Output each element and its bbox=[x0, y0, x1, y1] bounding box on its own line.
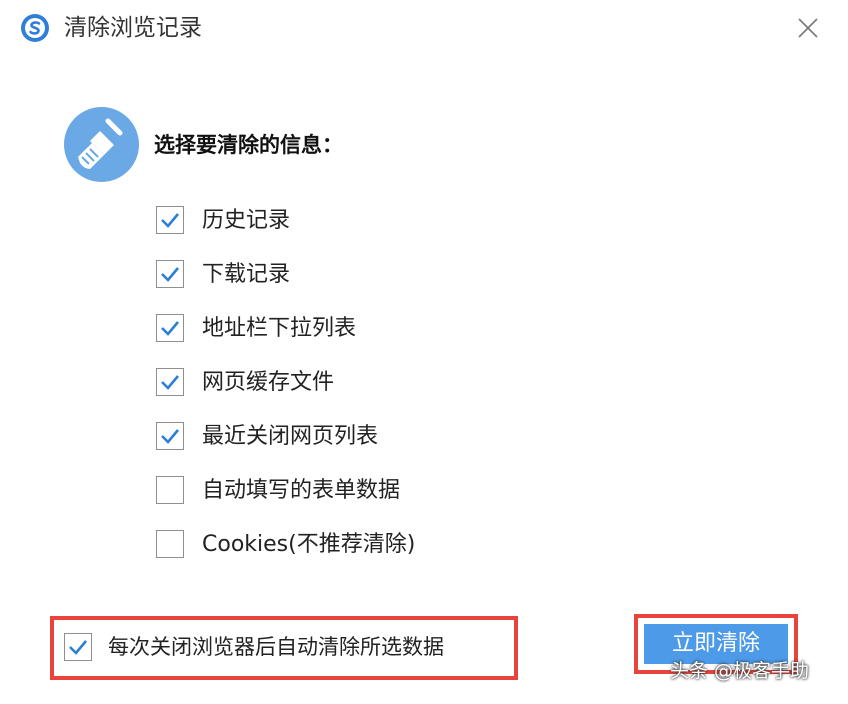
title-bar: 清除浏览记录 bbox=[0, 0, 848, 58]
option-label: 网页缓存文件 bbox=[202, 370, 335, 395]
address-dropdown-checkbox[interactable] bbox=[156, 314, 184, 342]
option-history[interactable]: 历史记录 bbox=[156, 204, 556, 258]
history-checkbox[interactable] bbox=[156, 206, 184, 234]
close-icon[interactable] bbox=[794, 14, 822, 42]
option-label: 最近关闭网页列表 bbox=[202, 424, 379, 449]
option-label: 自动填写的表单数据 bbox=[202, 478, 401, 503]
options-list: 历史记录 下载记录 地址栏下拉列表 网页缓存文件 最近关闭网页列表 自动填写的表… bbox=[156, 204, 556, 582]
option-cache[interactable]: 网页缓存文件 bbox=[156, 366, 556, 420]
section-heading: 选择要清除的信息： bbox=[154, 133, 343, 157]
clear-history-dialog: 清除浏览记录 选择要清除的信息： 历史记录 下载记录 地址栏下拉列表 网页缓存文… bbox=[0, 0, 848, 704]
option-label: 地址栏下拉列表 bbox=[202, 316, 357, 341]
option-cookies[interactable]: Cookies(不推荐清除) bbox=[156, 528, 556, 582]
auto-clear-label: 每次关闭浏览器后自动清除所选数据 bbox=[108, 635, 444, 659]
option-label: Cookies(不推荐清除) bbox=[202, 532, 416, 557]
recently-closed-checkbox[interactable] bbox=[156, 422, 184, 450]
option-recently-closed[interactable]: 最近关闭网页列表 bbox=[156, 420, 556, 474]
downloads-checkbox[interactable] bbox=[156, 260, 184, 288]
option-address-dropdown[interactable]: 地址栏下拉列表 bbox=[156, 312, 556, 366]
option-autofill[interactable]: 自动填写的表单数据 bbox=[156, 474, 556, 528]
broom-icon bbox=[64, 107, 139, 182]
auto-clear-checkbox[interactable] bbox=[64, 633, 92, 661]
cookies-checkbox[interactable] bbox=[156, 530, 184, 558]
dialog-title: 清除浏览记录 bbox=[64, 15, 202, 41]
option-label: 下载记录 bbox=[202, 262, 291, 287]
auto-clear-option[interactable]: 每次关闭浏览器后自动清除所选数据 bbox=[50, 616, 518, 680]
option-label: 历史记录 bbox=[202, 208, 291, 233]
sogou-browser-logo-icon bbox=[20, 13, 50, 43]
autofill-checkbox[interactable] bbox=[156, 476, 184, 504]
watermark: 头条 @极客手助 bbox=[670, 660, 810, 682]
option-downloads[interactable]: 下载记录 bbox=[156, 258, 556, 312]
cache-checkbox[interactable] bbox=[156, 368, 184, 396]
